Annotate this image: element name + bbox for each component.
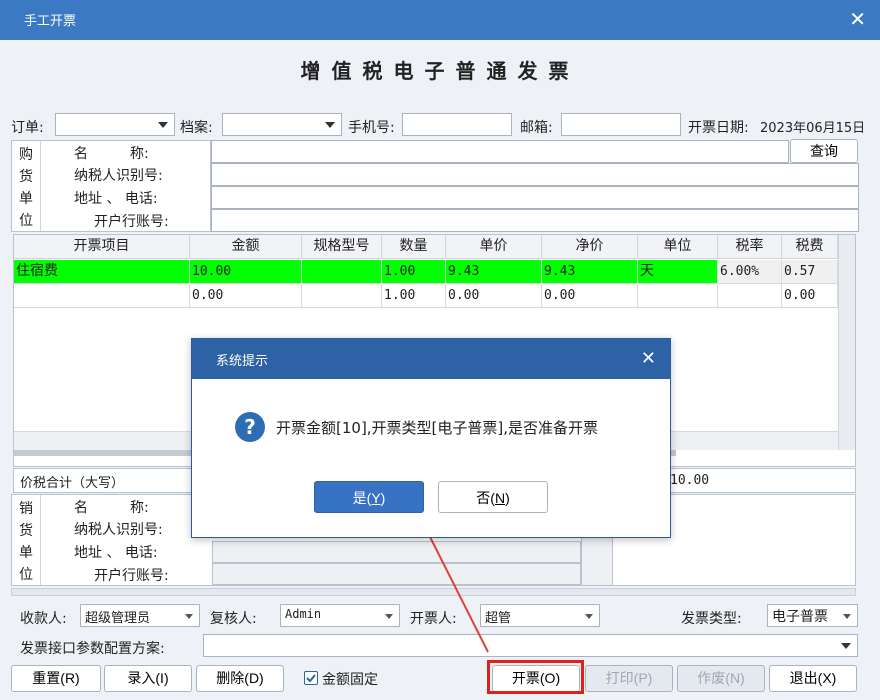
- no-shortcut: N: [494, 490, 506, 506]
- yes-shortcut: Y: [371, 490, 381, 506]
- yes-button[interactable]: 是(Y): [314, 481, 424, 513]
- no-button[interactable]: 否(N): [438, 481, 548, 513]
- no-label: 否(: [476, 490, 495, 506]
- dialog-header: 系统提示 ✕: [192, 339, 670, 379]
- dialog-message: 开票金额[10],开票类型[电子普票],是否准备开票: [276, 419, 599, 437]
- dialog-title: 系统提示: [216, 354, 269, 369]
- dialog-close-icon[interactable]: ✕: [641, 348, 656, 369]
- question-icon: ?: [235, 412, 265, 442]
- system-dialog: 系统提示 ✕ ? 开票金额[10],开票类型[电子普票],是否准备开票 是(Y)…: [191, 338, 671, 538]
- yes-label: 是(: [352, 490, 372, 506]
